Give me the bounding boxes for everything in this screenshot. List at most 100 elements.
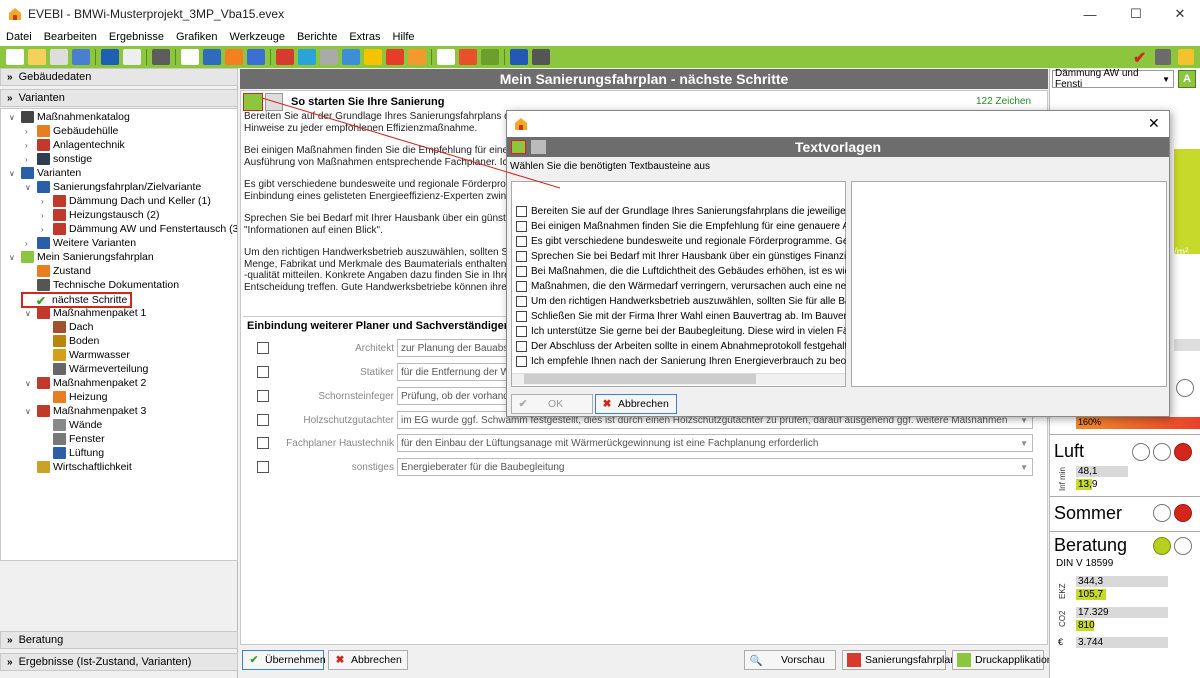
copy-icon[interactable] [50,49,68,65]
arrow-orange-icon[interactable] [225,49,243,65]
export-icon[interactable] [72,49,90,65]
template-icon[interactable] [243,93,263,111]
arrow-blue-icon[interactable] [247,49,265,65]
template-checkbox[interactable] [516,251,527,262]
tree-item[interactable]: › Heizungstausch (2) [41,208,159,222]
print-app-button[interactable]: Druckapplikation [952,650,1053,670]
planner-checkbox[interactable] [257,437,269,449]
tree-item[interactable]: ∨ Varianten [9,166,81,180]
menu-bearbeiten[interactable]: Bearbeiten [38,31,103,43]
tree-item[interactable]: Zustand [25,264,91,278]
tree-item[interactable]: Wirtschaftlichkeit [25,460,132,474]
tree-item[interactable]: Boden [41,334,99,348]
apply-button[interactable]: ✔ Übernehmen [242,650,326,670]
menu-hilfe[interactable]: Hilfe [387,31,421,43]
checkmark-icon[interactable]: ✔ [1133,48,1146,68]
sun-icon[interactable] [364,49,382,65]
menu-ergebnisse[interactable]: Ergebnisse [103,31,170,43]
template-checkbox[interactable] [516,221,527,232]
expander-icon[interactable]: ∨ [25,407,35,416]
snowflake-icon[interactable] [342,49,360,65]
expander-icon[interactable]: › [25,155,35,164]
expander-icon[interactable]: ∨ [9,169,19,178]
tree-item[interactable]: › Dämmung AW und Fenstertausch (3) [41,222,237,236]
expander-icon[interactable]: › [25,127,35,136]
planner-checkbox[interactable] [257,366,269,378]
planner-checkbox[interactable] [257,390,269,402]
add-template-icon[interactable] [511,140,526,154]
roadmap-icon[interactable] [276,49,294,65]
template-checkbox[interactable] [516,266,527,277]
tree-item[interactable]: › Gebäudehülle [25,124,118,138]
chevron-down-icon[interactable]: ▼ [1020,439,1028,448]
template-item[interactable]: Maßnahmen, die den Wärmedarf verringern,… [516,279,846,294]
open-folder-icon[interactable] [28,49,46,65]
dialog-cancel-button[interactable]: ✖ Abbrechen [595,394,677,414]
tree-item[interactable]: Dach [41,320,94,334]
maximize-button[interactable]: ☐ [1114,0,1158,28]
undo-icon[interactable] [101,49,119,65]
tree-item[interactable]: › Dämmung Dach und Keller (1) [41,194,211,208]
house-energy-icon[interactable] [408,49,426,65]
planner-checkbox[interactable] [257,414,269,426]
template-checkbox[interactable] [516,206,527,217]
tree-item[interactable]: ∨ Mein Sanierungsfahrplan [9,250,154,264]
template-checkbox[interactable] [516,356,527,367]
dena-icon[interactable] [123,49,141,65]
arrow-in-icon[interactable] [1155,49,1171,65]
pen-icon[interactable] [152,49,170,65]
template-item[interactable]: Schließen Sie mit der Firma Ihrer Wahl e… [516,309,846,324]
section-ergebnisse[interactable]: » Ergebnisse (Ist-Zustand, Varianten) [0,653,238,671]
tree-item[interactable]: ∨ Maßnahmenpaket 2 [25,376,146,390]
template-item[interactable]: Es gibt verschiedene bundesweite und reg… [516,234,846,249]
template-checkbox[interactable] [516,326,527,337]
tree-item[interactable]: Lüftung [41,446,104,460]
template-checkbox[interactable] [516,236,527,247]
planner-checkbox[interactable] [257,342,269,354]
label-a-icon[interactable]: A [1178,70,1196,88]
section-beratung[interactable]: » Beratung [0,631,238,649]
help-icon[interactable] [510,49,528,65]
section-gebaeudedaten[interactable]: » Gebäudedaten [0,68,238,86]
minimize-button[interactable]: — [1068,0,1112,28]
template-item[interactable]: Sprechen Sie bei Bedarf mit Ihrer Hausba… [516,249,846,264]
section-varianten[interactable]: » Varianten [0,89,238,107]
tree-item[interactable]: Heizung [41,390,108,404]
expander-icon[interactable]: › [41,225,51,234]
tree-item[interactable]: ∨ Maßnahmenkatalog [9,110,130,124]
menu-grafiken[interactable]: Grafiken [170,31,224,43]
tree-item[interactable]: Fenster [41,432,105,446]
tree-item[interactable]: › sonstige [25,152,92,166]
copy-text-icon[interactable] [265,93,283,111]
expander-icon[interactable]: › [41,197,51,206]
tools-icon[interactable] [320,49,338,65]
roadmap-report-button[interactable]: Sanierungsfahrplan [842,650,956,670]
grid-icon[interactable] [298,49,316,65]
expander-icon[interactable]: ∨ [25,183,35,192]
tree-item[interactable]: Wände [41,418,102,432]
template-item[interactable]: Bei einigen Maßnahmen finden Sie die Emp… [516,219,846,234]
template-item[interactable]: Bereiten Sie auf der Grundlage Ihres San… [516,204,846,219]
template-checkbox[interactable] [516,296,527,307]
tree-item[interactable]: ∨ Maßnahmenpaket 1 [25,306,146,320]
menu-datei[interactable]: Datei [0,31,38,43]
planner-input[interactable]: für den Einbau der Lüftungsanage mit Wär… [397,434,1033,452]
template-item[interactable]: Bei Maßnahmen, die die Luftdichtheit des… [516,264,846,279]
variant-dropdown[interactable]: Dämmung AW und Fensti ▼ [1052,68,1174,90]
preview-button[interactable]: 🔍 Vorschau [744,650,836,670]
planner-checkbox[interactable] [257,461,269,473]
close-icon[interactable]: ✕ [1148,115,1160,132]
expander-icon[interactable]: ∨ [9,113,19,122]
tree-item[interactable]: ∨ Sanierungsfahrplan/Zielvariante [25,180,201,194]
tree-item[interactable]: Warmwasser [41,348,130,362]
planner-input[interactable]: Energieberater für die Baubegleitung ▼ [397,458,1033,476]
chevron-down-icon[interactable]: ▼ [1020,463,1028,472]
template-item[interactable]: Der Abschluss der Arbeiten sollte in ein… [516,339,846,354]
expander-icon[interactable]: › [25,239,35,248]
tree-item[interactable]: › Weitere Varianten [25,236,136,250]
flash-icon[interactable] [386,49,404,65]
template-checkbox[interactable] [516,311,527,322]
horizontal-scrollbar[interactable] [512,373,845,385]
template-checkbox[interactable] [516,341,527,352]
template-checkbox[interactable] [516,281,527,292]
